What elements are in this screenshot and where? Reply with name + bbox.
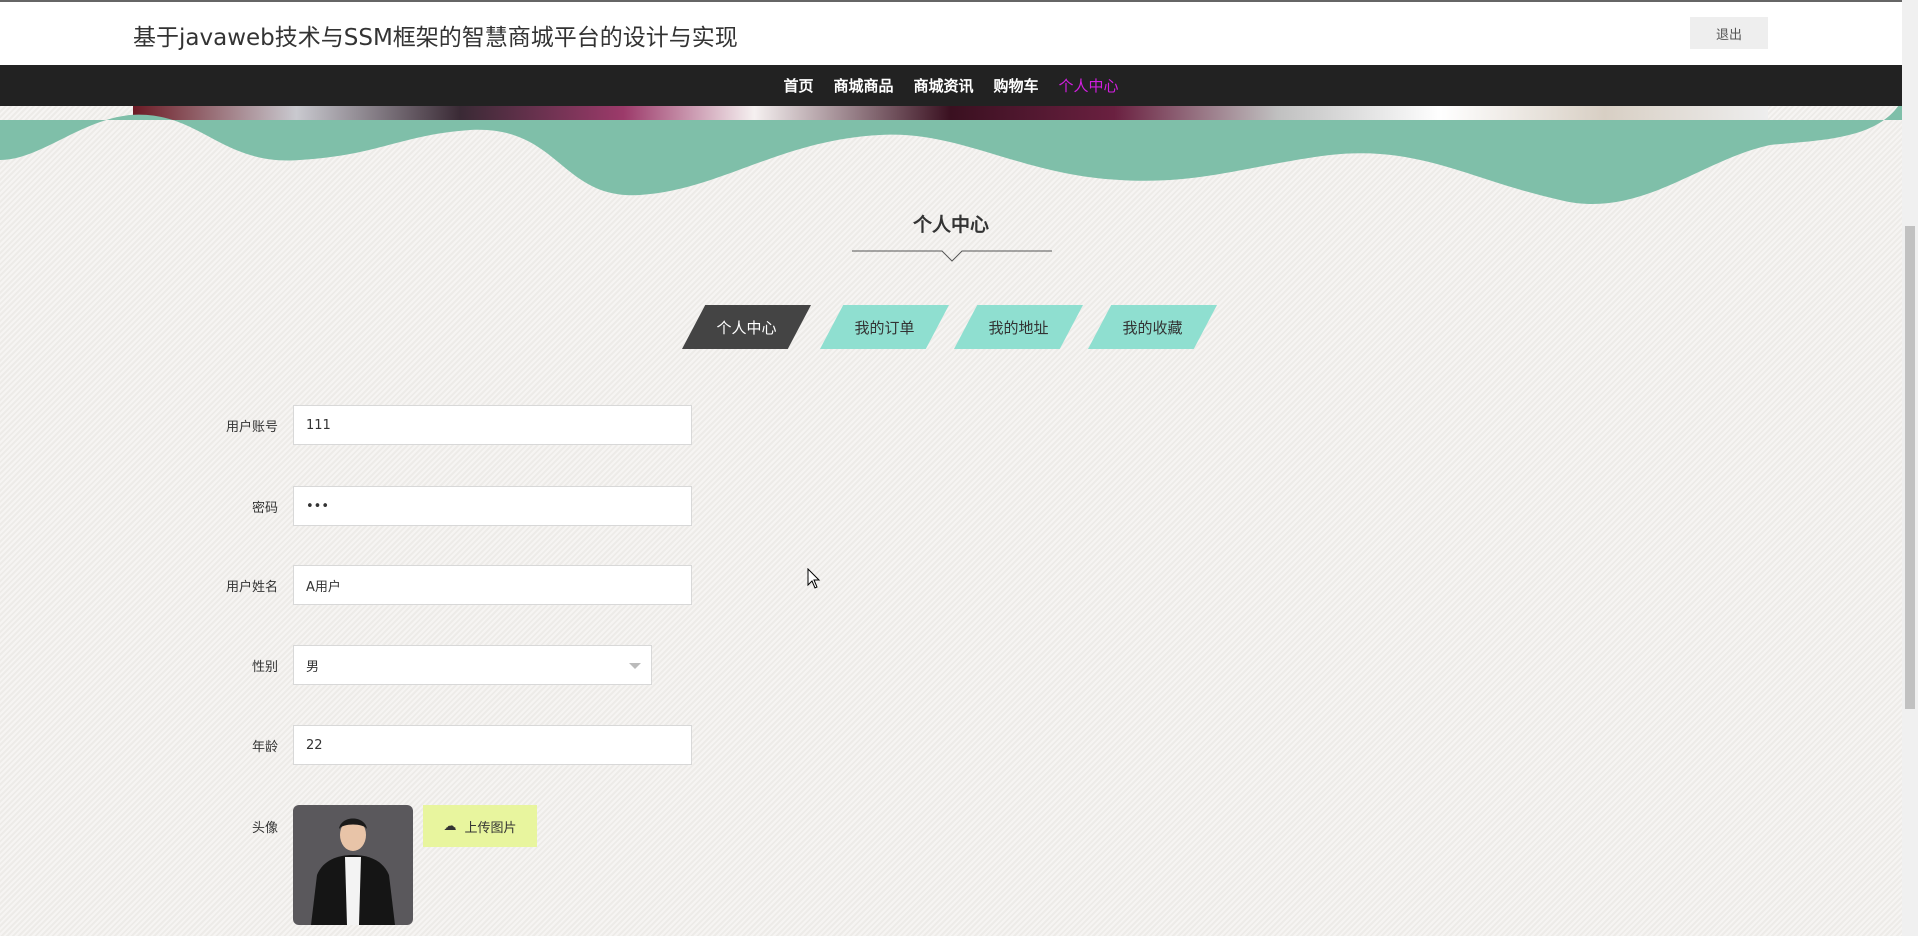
chevron-down-icon (629, 663, 641, 669)
gender-select[interactable]: 男 (293, 645, 652, 685)
logout-button[interactable]: 退出 (1690, 17, 1768, 49)
nav-cart[interactable]: 购物车 (994, 75, 1039, 96)
tab-favorites[interactable]: 我的收藏 (1088, 305, 1217, 349)
form-row-age: 年龄 22 (0, 725, 692, 765)
main-nav: 首页 商城商品 商城资讯 购物车 个人中心 (0, 65, 1902, 106)
tab-profile[interactable]: 个人中心 (682, 305, 811, 349)
upload-label: 上传图片 (464, 820, 517, 836)
cloud-upload-icon: ☁ (443, 818, 457, 834)
age-input[interactable]: 22 (293, 725, 692, 765)
upload-image-button[interactable]: ☁ 上传图片 (423, 805, 537, 847)
age-label: 年龄 (251, 739, 278, 755)
heading-divider (852, 250, 1052, 262)
name-label: 用户姓名 (225, 579, 278, 595)
form-row-name: 用户姓名 A用户 (0, 565, 692, 605)
page-scrollbar[interactable] (1902, 0, 1918, 936)
form-row-avatar: 头像 (0, 806, 278, 846)
account-input[interactable]: 111 (293, 405, 692, 445)
nav-news[interactable]: 商城资讯 (913, 75, 973, 96)
scrollbar-thumb[interactable] (1905, 226, 1915, 709)
tab-address[interactable]: 我的地址 (954, 305, 1083, 349)
password-input[interactable]: ••• (293, 486, 692, 526)
nav-profile[interactable]: 个人中心 (1059, 75, 1119, 96)
nav-products[interactable]: 商城商品 (833, 75, 893, 96)
name-input[interactable]: A用户 (293, 565, 692, 605)
avatar-image (293, 805, 413, 925)
mouse-cursor-icon (807, 568, 821, 589)
form-row-password: 密码 ••• (0, 486, 692, 526)
gender-value: 男 (306, 659, 320, 675)
decorative-wave (0, 100, 1902, 205)
password-label: 密码 (251, 500, 278, 516)
avatar-label: 头像 (251, 820, 278, 836)
form-row-account: 用户账号 111 (0, 405, 692, 445)
gender-label: 性别 (251, 659, 278, 675)
form-row-gender: 性别 男 (0, 645, 652, 685)
site-title: 基于javaweb技术与SSM框架的智慧商城平台的设计与实现 (133, 25, 738, 51)
header: 基于javaweb技术与SSM框架的智慧商城平台的设计与实现 退出 (0, 2, 1902, 65)
section-heading: 个人中心 (912, 214, 989, 236)
nav-home[interactable]: 首页 (783, 75, 813, 96)
tab-orders[interactable]: 我的订单 (820, 305, 949, 349)
account-label: 用户账号 (225, 419, 278, 435)
